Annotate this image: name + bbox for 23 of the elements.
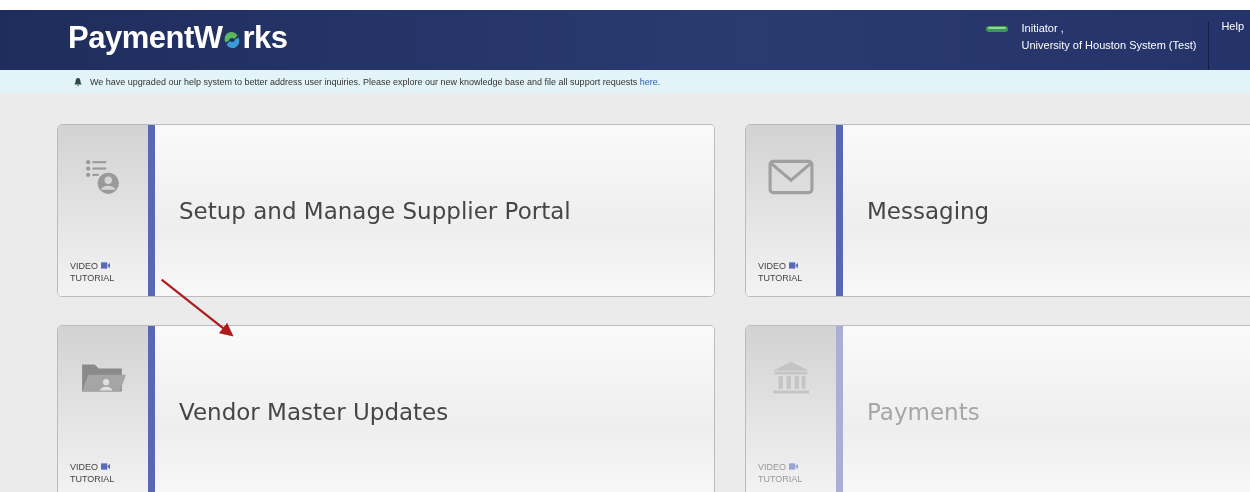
logo: PaymentW rks	[68, 20, 288, 56]
tile-title: Vendor Master Updates	[179, 398, 449, 425]
module-tile[interactable]: VIDEO TUTORIAL Messaging	[745, 124, 1250, 297]
here-link[interactable]: here	[639, 76, 658, 87]
organization-name: University of Houston System (Test)	[1021, 39, 1197, 51]
help-link[interactable]: Help	[1209, 10, 1250, 32]
video-camera-icon	[788, 262, 798, 269]
module-tile[interactable]: VIDEO TUTORIAL Setup and Manage Supplier Portal	[57, 124, 715, 297]
video-tutorial-link[interactable]: VIDEO TUTORIAL	[758, 260, 803, 284]
module-tile[interactable]: VIDEO TUTORIAL Vendor Master Updates	[57, 325, 715, 492]
video-tutorial-link[interactable]: VIDEO TUTORIAL	[70, 461, 115, 485]
envelope-icon	[768, 159, 814, 195]
tile-title: Payments	[867, 398, 980, 425]
tile-title: Messaging	[867, 197, 990, 224]
status-icon	[985, 26, 1008, 32]
video-camera-icon	[100, 463, 110, 470]
video-tutorial-link[interactable]: VIDEO TUTORIAL	[70, 260, 115, 284]
video-camera-icon	[788, 463, 798, 470]
tile-title: Setup and Manage Supplier Portal	[179, 197, 571, 224]
bell-icon	[73, 76, 83, 87]
video-camera-icon	[100, 262, 110, 269]
user-role: Initiator ,	[1021, 22, 1065, 34]
notice-text: We have upgraded our help system to better address user inquiries. Please explore our new knowledge base and file all support requests here.	[90, 76, 661, 87]
